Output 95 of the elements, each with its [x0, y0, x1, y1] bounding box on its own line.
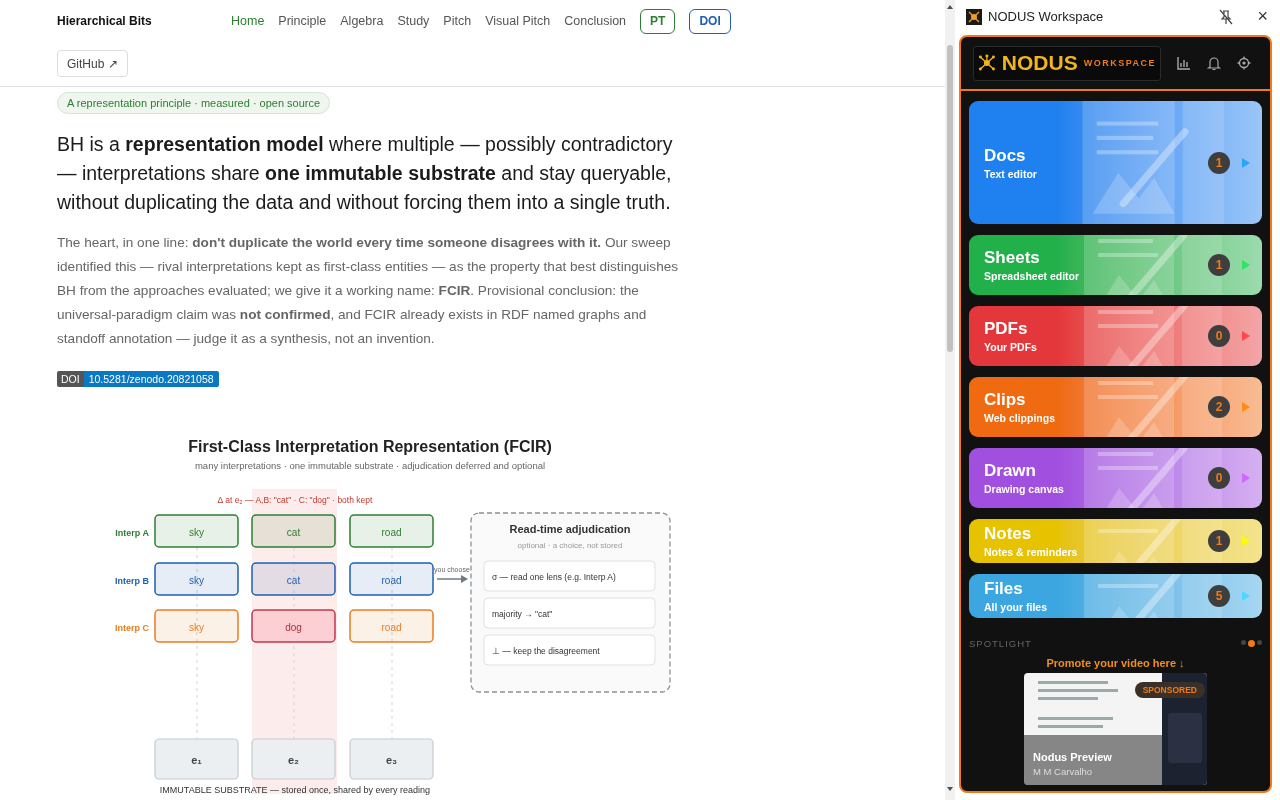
video-author: M M Carvalho	[1033, 766, 1093, 777]
interpretation-label: Interp A	[115, 528, 149, 538]
logo-subtitle: WORKSPACE	[1083, 58, 1156, 68]
app-subtitle: Notes & reminders	[984, 546, 1079, 558]
app-subtitle: Web clippings	[984, 412, 1056, 424]
app-card[interactable]: Clips Web clippings 2	[969, 377, 1262, 437]
figure-subtitle: many interpretations · one immutable substrate · adjudication deferred and optional	[194, 460, 546, 471]
count-badge: 0	[1208, 325, 1230, 347]
app-name: Drawn	[984, 461, 1037, 481]
settings-icon[interactable]	[1237, 56, 1251, 70]
app-subtitle: Drawing canvas	[984, 483, 1065, 495]
count-badge: 2	[1208, 396, 1230, 418]
adjudication-option: σ — read one lens (e.g. Interp A)	[483, 560, 656, 592]
count-badge: 1	[1208, 151, 1230, 174]
doi-badge[interactable]: DOI 10.5281/zenodo.20821058	[57, 371, 219, 387]
app-name: Files	[984, 579, 1024, 599]
interpretation-cell: road	[349, 514, 434, 548]
section-label: SPOTLIGHT	[969, 638, 1032, 649]
chart-icon[interactable]	[1177, 56, 1191, 70]
unpin-icon[interactable]	[1219, 8, 1234, 25]
nav-link[interactable]: Conclusion	[564, 14, 627, 28]
promo-text: Promote your video here ↓	[1045, 657, 1186, 669]
doi-button[interactable]: DOI	[689, 8, 731, 34]
app-card[interactable]: Files All your files 5	[969, 574, 1262, 618]
play-icon	[1242, 157, 1250, 168]
interpretation-label: Interp C	[115, 623, 149, 633]
app-subtitle: Text editor	[984, 167, 1038, 180]
play-icon	[1242, 591, 1250, 601]
app-name: Docs	[984, 145, 1027, 166]
site-brand[interactable]: Hierarchical Bits	[57, 14, 231, 28]
substrate-cell: e₁	[154, 738, 239, 780]
app-subtitle: Spreadsheet editor	[984, 270, 1081, 282]
interpretation-cell: cat	[251, 562, 336, 596]
sponsored-badge: SPONSORED	[1134, 682, 1205, 698]
interpretation-cell: road	[349, 609, 434, 643]
app-card[interactable]: Sheets Spreadsheet editor 1	[969, 235, 1262, 295]
substrate-cell: e₂	[251, 738, 336, 780]
count-badge: 5	[1208, 585, 1230, 607]
count-badge: 1	[1208, 254, 1230, 276]
interpretation-cell: sky	[154, 562, 239, 596]
logo-name: NODUS	[1001, 51, 1078, 75]
app-card[interactable]: Docs Text editor 1	[969, 101, 1262, 224]
app-subtitle: All your files	[984, 601, 1048, 613]
app-icon	[966, 8, 982, 25]
carousel-dot[interactable]	[1257, 640, 1262, 645]
count-badge: 1	[1208, 530, 1230, 552]
carousel-dot[interactable]	[1241, 640, 1246, 645]
nav-link[interactable]: Algebra	[340, 14, 384, 28]
figure-title: First-Class Interpretation Representation (FCIR)	[188, 438, 552, 455]
interpretation-cell: cat	[251, 514, 336, 548]
play-icon	[1242, 402, 1250, 412]
adjudication-option: ⊥ — keep the disagreement	[483, 634, 656, 666]
count-badge: 0	[1208, 467, 1230, 489]
app-name: Notes	[984, 524, 1033, 544]
intro-paragraph: The heart, in one line: don't duplicate the world every time someone disagrees with it. Our sweep identified this — rival interpretations kept as first-class entities — as the property that best distinguishes BH from the approaches evaluated; we give it a working name: FCIR. Provisional conclusion: the universal-paradigm claim was not confirmed, and FCIR already exists in RDF named graphs and standoff annotation — judge it as a synthesis, not an invention.	[57, 234, 680, 348]
tagline-pill: A representation principle · measured · open source	[57, 92, 331, 114]
substrate-caption: IMMUTABLE SUBSTRATE — stored once, shared by every reading	[159, 785, 431, 795]
window-title: NODUS Workspace	[988, 9, 1105, 24]
bell-icon[interactable]	[1207, 55, 1221, 71]
interpretation-cell: road	[349, 562, 434, 596]
headline: BH is a representation model where multiple — possibly contradictory — interpretations share one immutable substrate and stay queryable, without duplicating the data and without forcing them into a single truth.	[57, 132, 674, 215]
arrow	[436, 575, 468, 583]
doi-label: DOI	[57, 371, 84, 387]
play-icon	[1242, 331, 1250, 341]
app-subtitle: Your PDFs	[984, 341, 1038, 353]
play-icon	[1242, 473, 1250, 483]
language-button[interactable]: PT	[640, 8, 676, 34]
app-card[interactable]: PDFs Your PDFs 0	[969, 306, 1262, 366]
nav-link[interactable]: Visual Pitch	[485, 14, 551, 28]
play-icon	[1242, 536, 1250, 546]
adjudication-option: majority → "cat"	[483, 597, 656, 629]
app-card[interactable]: Notes Notes & reminders 1	[969, 519, 1262, 563]
github-button[interactable]: GitHub ↗	[57, 50, 128, 77]
carousel-dot[interactable]	[1248, 640, 1255, 647]
adjudication-title: Read-time adjudication	[509, 523, 631, 535]
delta-note: Δ at e₂ — A,B: "cat" · C: "dog" · both kept	[217, 495, 373, 505]
interpretation-cell: sky	[154, 609, 239, 643]
app-name: Clips	[984, 390, 1027, 410]
close-button[interactable]: ×	[1257, 6, 1268, 27]
nav-link[interactable]: Principle	[278, 14, 327, 28]
scrollbar[interactable]	[945, 0, 955, 800]
nav-link[interactable]: Home	[231, 14, 265, 28]
adjudication-subtitle: optional · a choice, not stored	[517, 541, 623, 550]
video-title[interactable]: Nodus Preview	[1033, 751, 1112, 763]
interpretation-label: Interp B	[115, 576, 149, 586]
interpretation-cell: sky	[154, 514, 239, 548]
interpretation-cell: dog	[251, 609, 336, 643]
doi-value: 10.5281/zenodo.20821058	[83, 371, 219, 387]
app-card[interactable]: Drawn Drawing canvas 0	[969, 448, 1262, 508]
app-name: PDFs	[984, 319, 1029, 339]
app-name: Sheets	[984, 248, 1041, 268]
play-icon	[1242, 260, 1250, 270]
nav-link[interactable]: Study	[397, 14, 430, 28]
substrate-cell: e₃	[349, 738, 434, 780]
nav-link[interactable]: Pitch	[443, 14, 472, 28]
